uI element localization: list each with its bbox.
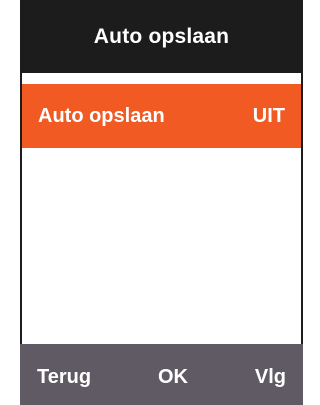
page-title: Auto opslaan xyxy=(93,24,230,48)
menu-item-value: UIT xyxy=(252,104,285,127)
ok-button[interactable]: OK xyxy=(158,366,188,389)
settings-list: Auto opslaan UIT xyxy=(20,73,303,344)
softkey-bar: Terug OK Vlg xyxy=(20,344,303,405)
device-screen: Auto opslaan Auto opslaan UIT Terug OK V… xyxy=(20,0,303,405)
menu-item-label: Auto opslaan xyxy=(38,104,165,127)
menu-item-auto-save[interactable]: Auto opslaan UIT xyxy=(22,84,301,148)
next-button[interactable]: Vlg xyxy=(255,366,286,389)
title-bar: Auto opslaan xyxy=(20,0,303,73)
back-button[interactable]: Terug xyxy=(37,366,91,389)
